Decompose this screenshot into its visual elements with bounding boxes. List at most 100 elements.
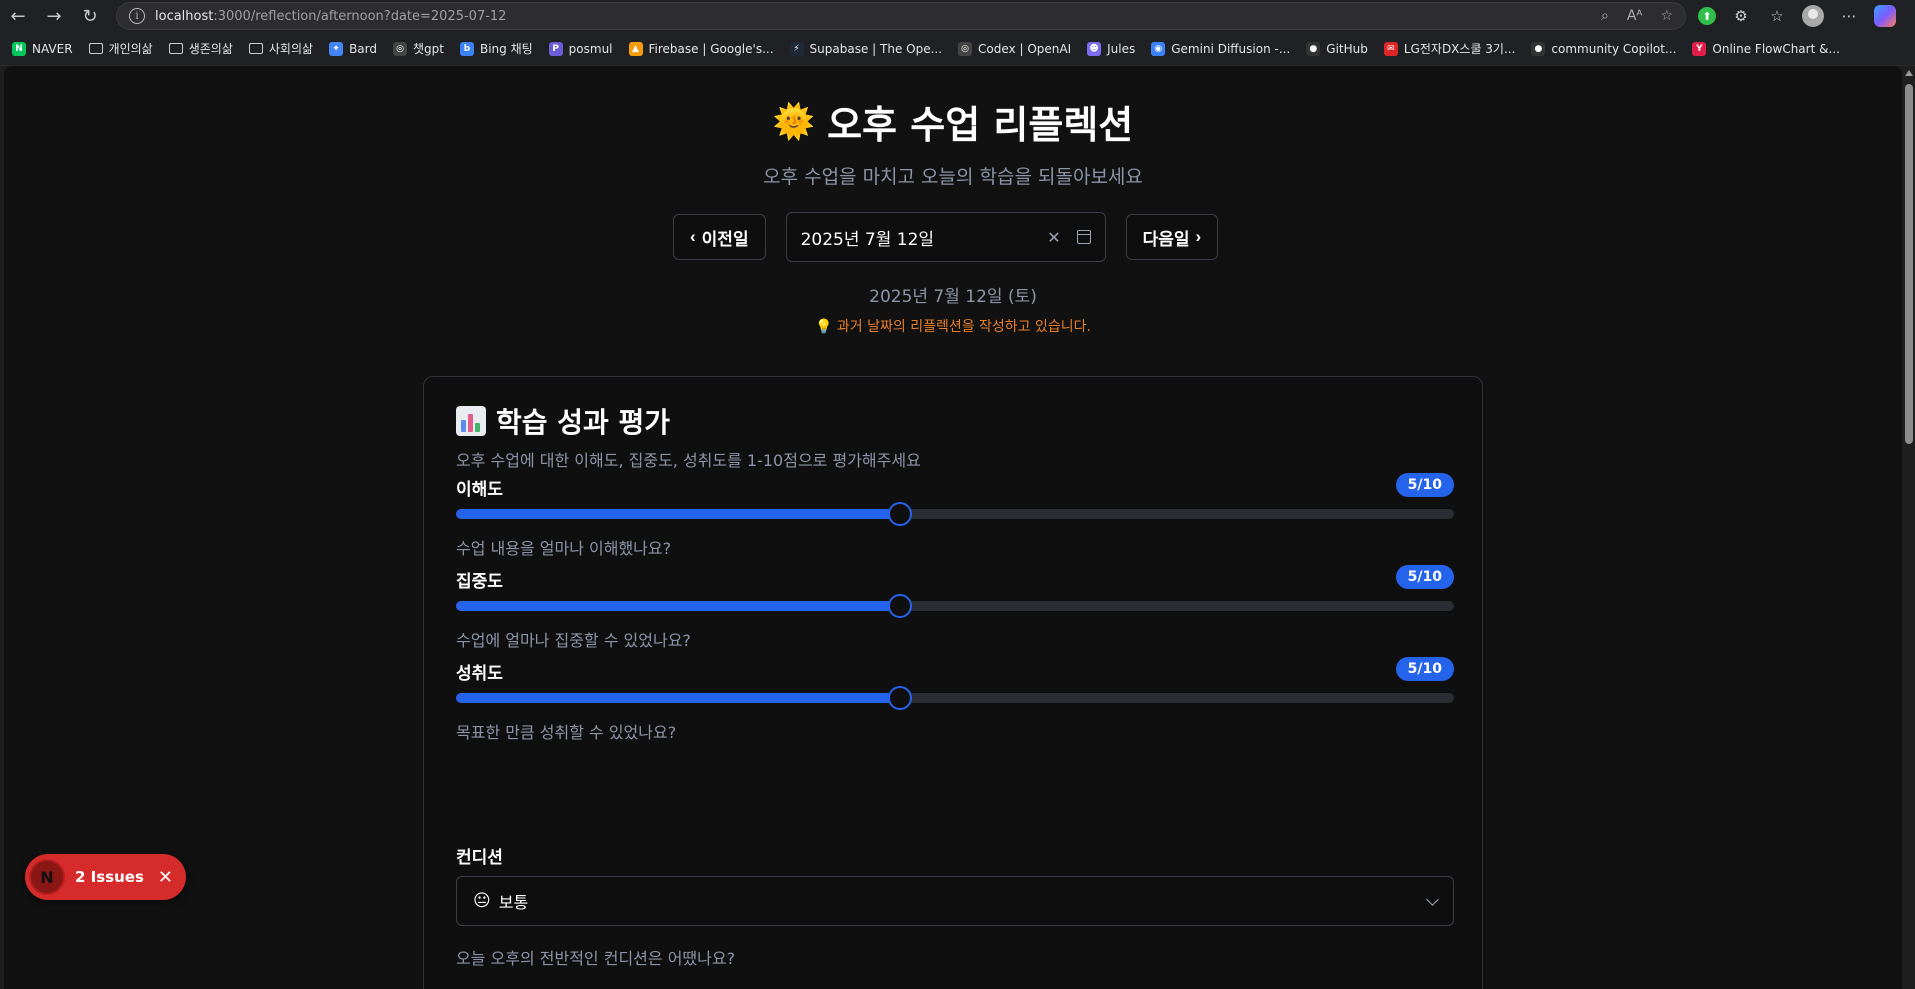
metric-1: 집중도 5/10 수업에 얼마나 집중할 수 있었나요? (456, 565, 1454, 650)
slider-thumb[interactable] (887, 686, 912, 710)
page-content: 🌞 오후 수업 리플렉션 오후 수업을 마치고 오늘의 학습을 되돌아보세요 ‹… (4, 66, 1902, 989)
evaluation-card: 학습 성과 평가 오후 수업에 대한 이해도, 집중도, 성취도를 1-10점으… (423, 376, 1483, 989)
metric-help: 수업에 얼마나 집중할 수 있었나요? (456, 631, 691, 650)
page-title: 🌞 오후 수업 리플렉션 (4, 94, 1902, 149)
profile-avatar[interactable] (1802, 5, 1824, 27)
dev-issues-badge[interactable]: N 2 Issues ✕ (25, 854, 186, 900)
date-input[interactable]: 2025년 7월 12일 ✕ (785, 212, 1106, 262)
rating-slider[interactable] (456, 594, 1454, 618)
bookmark-favicon-icon: ✉ (1383, 41, 1398, 56)
slider-fill (456, 601, 900, 611)
bookmark-favicon-icon: ◉ (1151, 41, 1166, 56)
title-text: 오후 수업 리플렉션 (827, 103, 1134, 147)
bookmark-favicon-icon: P (548, 41, 563, 56)
sun-icon: 🌞 (772, 101, 816, 142)
bookmark-item[interactable]: 사회의삶 (248, 40, 313, 57)
bookmark-item[interactable]: ◎ 챗gpt (393, 40, 444, 57)
more-menu-icon[interactable]: ⋯ (1838, 5, 1860, 27)
extension-icon[interactable]: ⬆ (1698, 7, 1716, 25)
browser-toolbar: ← → ↻ i localhost:3000/reflection/aftern… (0, 0, 1915, 32)
bookmark-item[interactable]: ● GitHub (1306, 41, 1368, 56)
metric-0: 이해도 5/10 수업 내용을 얼마나 이해했나요? (456, 473, 1454, 558)
bookmark-item[interactable]: ✦ Bard (329, 41, 377, 56)
nextjs-logo-icon: N (29, 859, 65, 895)
condition-help: 오늘 오후의 전반적인 컨디션은 어땠나요? (456, 949, 736, 968)
condition-label: 컨디션 (456, 848, 503, 868)
date-display: 2025년 7월 12일 (토) (869, 287, 1037, 307)
chevron-down-icon (1426, 892, 1439, 906)
metric-help: 목표한 만큼 성취할 수 있었나요? (456, 723, 677, 742)
slider-thumb[interactable] (887, 502, 912, 526)
folder-icon (88, 43, 103, 54)
folder-icon (248, 43, 263, 54)
bookmark-item[interactable]: ☻ Jules (1087, 41, 1135, 56)
bookmark-favicon-icon: N (12, 41, 26, 56)
bookmark-favicon-icon: ◎ (958, 41, 973, 56)
bookmark-favicon-icon: Y (1692, 41, 1707, 56)
next-day-button[interactable]: 다음일 › (1125, 214, 1219, 260)
bookmark-item[interactable]: 생존의삶 (168, 40, 233, 57)
condition-select[interactable]: 😐 보통 (456, 876, 1454, 926)
slider-thumb[interactable] (887, 594, 912, 618)
bookmark-favicon-icon: ☻ (1087, 41, 1102, 56)
bookmark-favicon-icon: b (459, 41, 474, 56)
metric-2: 성취도 5/10 목표한 만큼 성취할 수 있었나요? (456, 657, 1454, 742)
zoom-icon[interactable]: ⌕ (1601, 8, 1609, 24)
clear-icon[interactable]: ✕ (1047, 228, 1060, 247)
bookmark-item[interactable]: Y Online FlowChart &... (1692, 41, 1840, 56)
chevron-left-icon: ‹ (690, 227, 696, 246)
score-badge: 5/10 (1395, 565, 1454, 589)
close-icon[interactable]: ✕ (158, 867, 173, 888)
page-scrollbar[interactable] (1902, 66, 1915, 989)
site-info-icon[interactable]: i (129, 8, 145, 24)
metric-label: 집중도 (456, 572, 503, 592)
rating-slider[interactable] (456, 686, 1454, 710)
read-aloud-icon[interactable]: Aᴬ (1627, 8, 1643, 24)
bar-chart-icon (456, 406, 486, 436)
folder-icon (168, 43, 183, 54)
bookmark-item[interactable]: 개인의삶 (88, 40, 153, 57)
bookmark-item[interactable]: ✉ LG전자DX스쿨 3기... (1383, 40, 1515, 57)
bookmark-favicon-icon: ⚡ (789, 41, 804, 56)
bookmark-item[interactable]: b Bing 채팅 (459, 40, 533, 57)
date-navigation: ‹ 이전일 2025년 7월 12일 ✕ 다음일 › (673, 212, 1219, 262)
forward-icon[interactable]: → (36, 0, 72, 32)
card-description: 오후 수업에 대한 이해도, 집중도, 성취도를 1-10점으로 평가해주세요 (456, 451, 921, 470)
slider-fill (456, 693, 900, 703)
favorites-icon[interactable]: ☆ (1766, 5, 1788, 27)
score-badge: 5/10 (1395, 473, 1454, 497)
calendar-icon[interactable] (1076, 230, 1091, 244)
bookmarks-bar: N NAVER 개인의삶 생존의삶 사회의삶 ✦ Bard ◎ 챗gpt b Bing 채팅 Ppos… (0, 32, 1915, 66)
slider-fill (456, 509, 900, 519)
bookmark-favicon-icon: ✦ (329, 41, 344, 56)
favorite-star-icon[interactable]: ☆ (1660, 8, 1673, 24)
url-text: localhost:3000/reflection/afternoon?date… (155, 8, 507, 24)
reload-icon[interactable]: ↻ (72, 0, 108, 32)
bookmark-item[interactable]: ◎ Codex | OpenAI (958, 41, 1071, 56)
copilot-icon[interactable] (1874, 5, 1896, 27)
bookmark-item[interactable]: N NAVER (12, 41, 73, 56)
score-badge: 5/10 (1395, 657, 1454, 681)
scroll-up-icon[interactable] (1905, 70, 1913, 76)
prev-day-button[interactable]: ‹ 이전일 (673, 214, 766, 260)
chevron-right-icon: › (1195, 227, 1202, 246)
bookmark-favicon-icon: ◎ (393, 41, 407, 56)
address-bar[interactable]: i localhost:3000/reflection/afternoon?da… (116, 2, 1686, 30)
scroll-thumb[interactable] (1905, 84, 1913, 444)
page-subtitle: 오후 수업을 마치고 오늘의 학습을 되돌아보세요 (763, 166, 1143, 188)
card-title: 학습 성과 평가 (456, 401, 670, 441)
bookmark-favicon-icon: ● (1531, 41, 1546, 56)
bookmark-item[interactable]: ▲ Firebase | Google's... (628, 41, 774, 56)
neutral-face-icon: 😐 (473, 891, 491, 911)
lightbulb-icon: 💡 (815, 319, 833, 335)
bookmark-item[interactable]: ⚡ Supabase | The Ope... (789, 41, 942, 56)
bookmark-item[interactable]: ◉ Gemini Diffusion -... (1151, 41, 1290, 56)
bookmark-item[interactable]: Pposmul (548, 41, 613, 56)
bookmark-item[interactable]: ● community Copilot... (1531, 41, 1676, 56)
bookmark-favicon-icon: ▲ (628, 41, 643, 56)
back-icon[interactable]: ← (0, 0, 36, 32)
extensions-puzzle-icon[interactable]: ⚙ (1730, 5, 1752, 27)
past-date-notice: 💡 과거 날짜의 리플렉션을 작성하고 있습니다. (815, 319, 1091, 335)
rating-slider[interactable] (456, 502, 1454, 526)
metric-help: 수업 내용을 얼마나 이해했나요? (456, 539, 672, 558)
